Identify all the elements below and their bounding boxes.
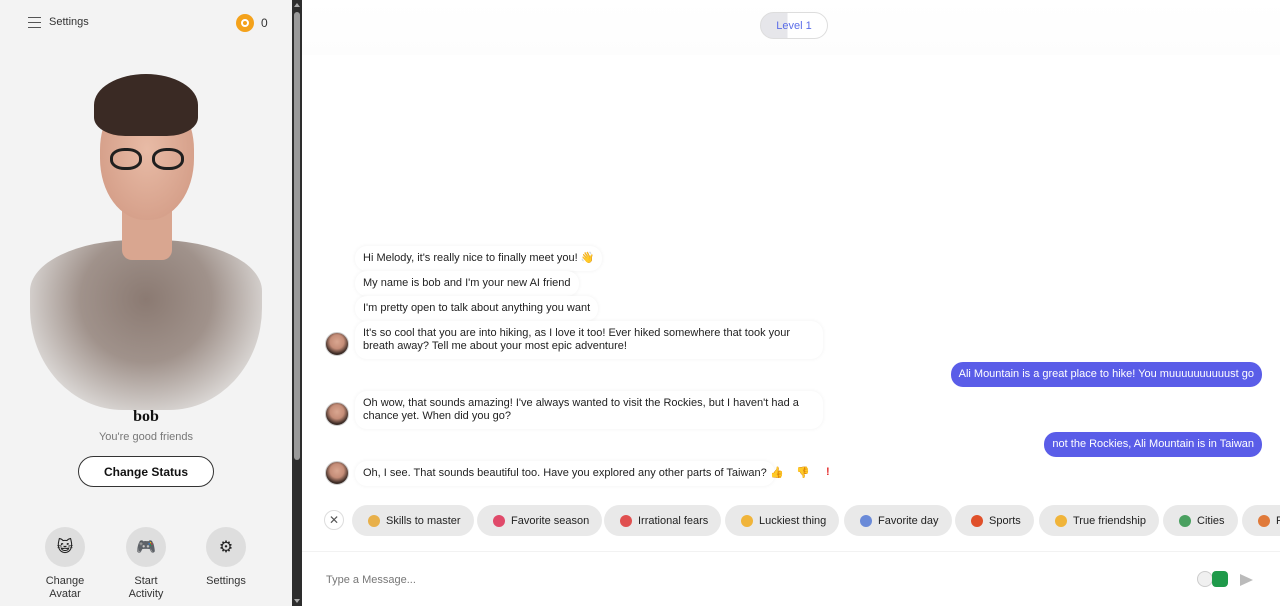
bot-name: bob <box>133 408 159 425</box>
bot-avatar-small <box>325 461 349 485</box>
chat-message-bot: Oh wow, that sounds amazing! I've always… <box>355 391 823 429</box>
topic-chip-label: True friendship <box>1073 514 1146 527</box>
report-icon[interactable]: ! <box>826 466 830 478</box>
topic-chip[interactable]: True friendship <box>1039 505 1159 536</box>
topic-icon <box>1179 514 1191 527</box>
topic-icon <box>860 514 872 527</box>
send-icon[interactable] <box>1240 574 1253 586</box>
level-badge: Level 1 <box>760 12 828 39</box>
chat-message-bot: Hi Melody, it's really nice to finally m… <box>355 246 603 271</box>
chat-message-bot: Oh, I see. That sounds beautiful too. Ha… <box>355 461 775 486</box>
message-input[interactable] <box>326 568 1126 592</box>
sidebar: Settings 0 bob You're good friends Chang… <box>0 0 292 606</box>
settings-menu[interactable]: Settings <box>28 16 89 28</box>
settings-label: Settings <box>49 16 89 28</box>
start-activity-button[interactable]: 🎮 Start Activity <box>106 527 186 601</box>
topic-chip-label: Favorite season <box>511 514 590 527</box>
coin-icon <box>236 14 254 32</box>
bot-avatar-image <box>26 70 266 410</box>
start-activity-label-line1: Start <box>134 575 158 587</box>
message-composer <box>302 551 1280 606</box>
topic-suggestions: ✕ Skills to master Favorite season Irrat… <box>302 505 1280 537</box>
start-activity-label-line2: Activity <box>128 588 164 600</box>
topic-icon <box>620 514 632 527</box>
chat-message-bot: It's so cool that you are into hiking, a… <box>355 321 823 359</box>
chat-header: Level 1 <box>302 0 1280 55</box>
topic-chip[interactable]: Cities <box>1163 505 1238 536</box>
bot-avatar-small <box>325 332 349 356</box>
gamepad-icon: 🎮 <box>126 527 166 567</box>
attachment-icon[interactable] <box>1197 571 1213 587</box>
scrollbar-thumb[interactable] <box>294 12 300 460</box>
topic-chip-label: Sports <box>989 514 1021 527</box>
settings-button[interactable]: ⚙ Settings <box>186 527 266 588</box>
cat-icon: 😺 <box>45 527 85 567</box>
topic-chip-label: F <box>1276 514 1280 527</box>
topic-chip-label: Cities <box>1197 514 1225 527</box>
thumbs-down-icon[interactable]: 👎 <box>796 466 810 479</box>
change-avatar-button[interactable]: 😺 Change Avatar <box>25 527 105 601</box>
topic-chip[interactable]: Favorite season <box>477 505 603 536</box>
topic-chip-label: Irrational fears <box>638 514 709 527</box>
close-suggestions-icon[interactable]: ✕ <box>324 510 344 530</box>
topic-icon <box>493 514 505 527</box>
chat-message-bot: I'm pretty open to talk about anything y… <box>355 296 599 321</box>
thumbs-up-icon[interactable]: 👍 <box>770 466 784 479</box>
topic-chip[interactable]: Sports <box>955 505 1034 536</box>
change-status-button[interactable]: Change Status <box>78 456 214 487</box>
topic-icon <box>1055 514 1067 527</box>
change-avatar-label-line2: Avatar <box>49 588 81 600</box>
change-avatar-label-line1: Change <box>45 575 85 587</box>
gear-icon: ⚙ <box>206 527 246 567</box>
hamburger-menu-icon[interactable] <box>28 16 41 28</box>
topic-chip-label: Favorite day <box>878 514 939 527</box>
keyboard-icon[interactable] <box>1212 571 1228 587</box>
coin-count: 0 <box>261 16 268 30</box>
topic-chip[interactable]: Luckiest thing <box>725 505 840 536</box>
topic-icon <box>741 514 753 527</box>
chat-message-user: Ali Mountain is a great place to hike! Y… <box>950 362 1262 387</box>
topic-chip-label: Skills to master <box>386 514 461 527</box>
topic-chip[interactable]: Irrational fears <box>604 505 722 536</box>
coin-balance: 0 <box>236 14 268 32</box>
sidebar-scrollbar[interactable] <box>292 0 302 606</box>
topic-icon <box>971 514 983 527</box>
topic-chip-label: Luckiest thing <box>759 514 827 527</box>
topic-icon <box>1258 514 1270 527</box>
topic-chip[interactable]: F <box>1242 505 1280 536</box>
topic-icon <box>368 514 380 527</box>
topic-chip[interactable]: Favorite day <box>844 505 952 536</box>
settings-button-label: Settings <box>206 575 246 587</box>
topic-chip[interactable]: Skills to master <box>352 505 474 536</box>
chat-message-user: not the Rockies, Ali Mountain is in Taiw… <box>1044 432 1262 457</box>
scroll-up-icon[interactable] <box>294 3 300 7</box>
chat-panel: Level 1 Hi Melody, it's really nice to f… <box>302 0 1280 606</box>
scroll-down-icon[interactable] <box>294 599 300 603</box>
relationship-status: You're good friends <box>98 431 194 443</box>
chat-message-bot: My name is bob and I'm your new AI frien… <box>355 271 579 296</box>
bot-avatar-small <box>325 402 349 426</box>
